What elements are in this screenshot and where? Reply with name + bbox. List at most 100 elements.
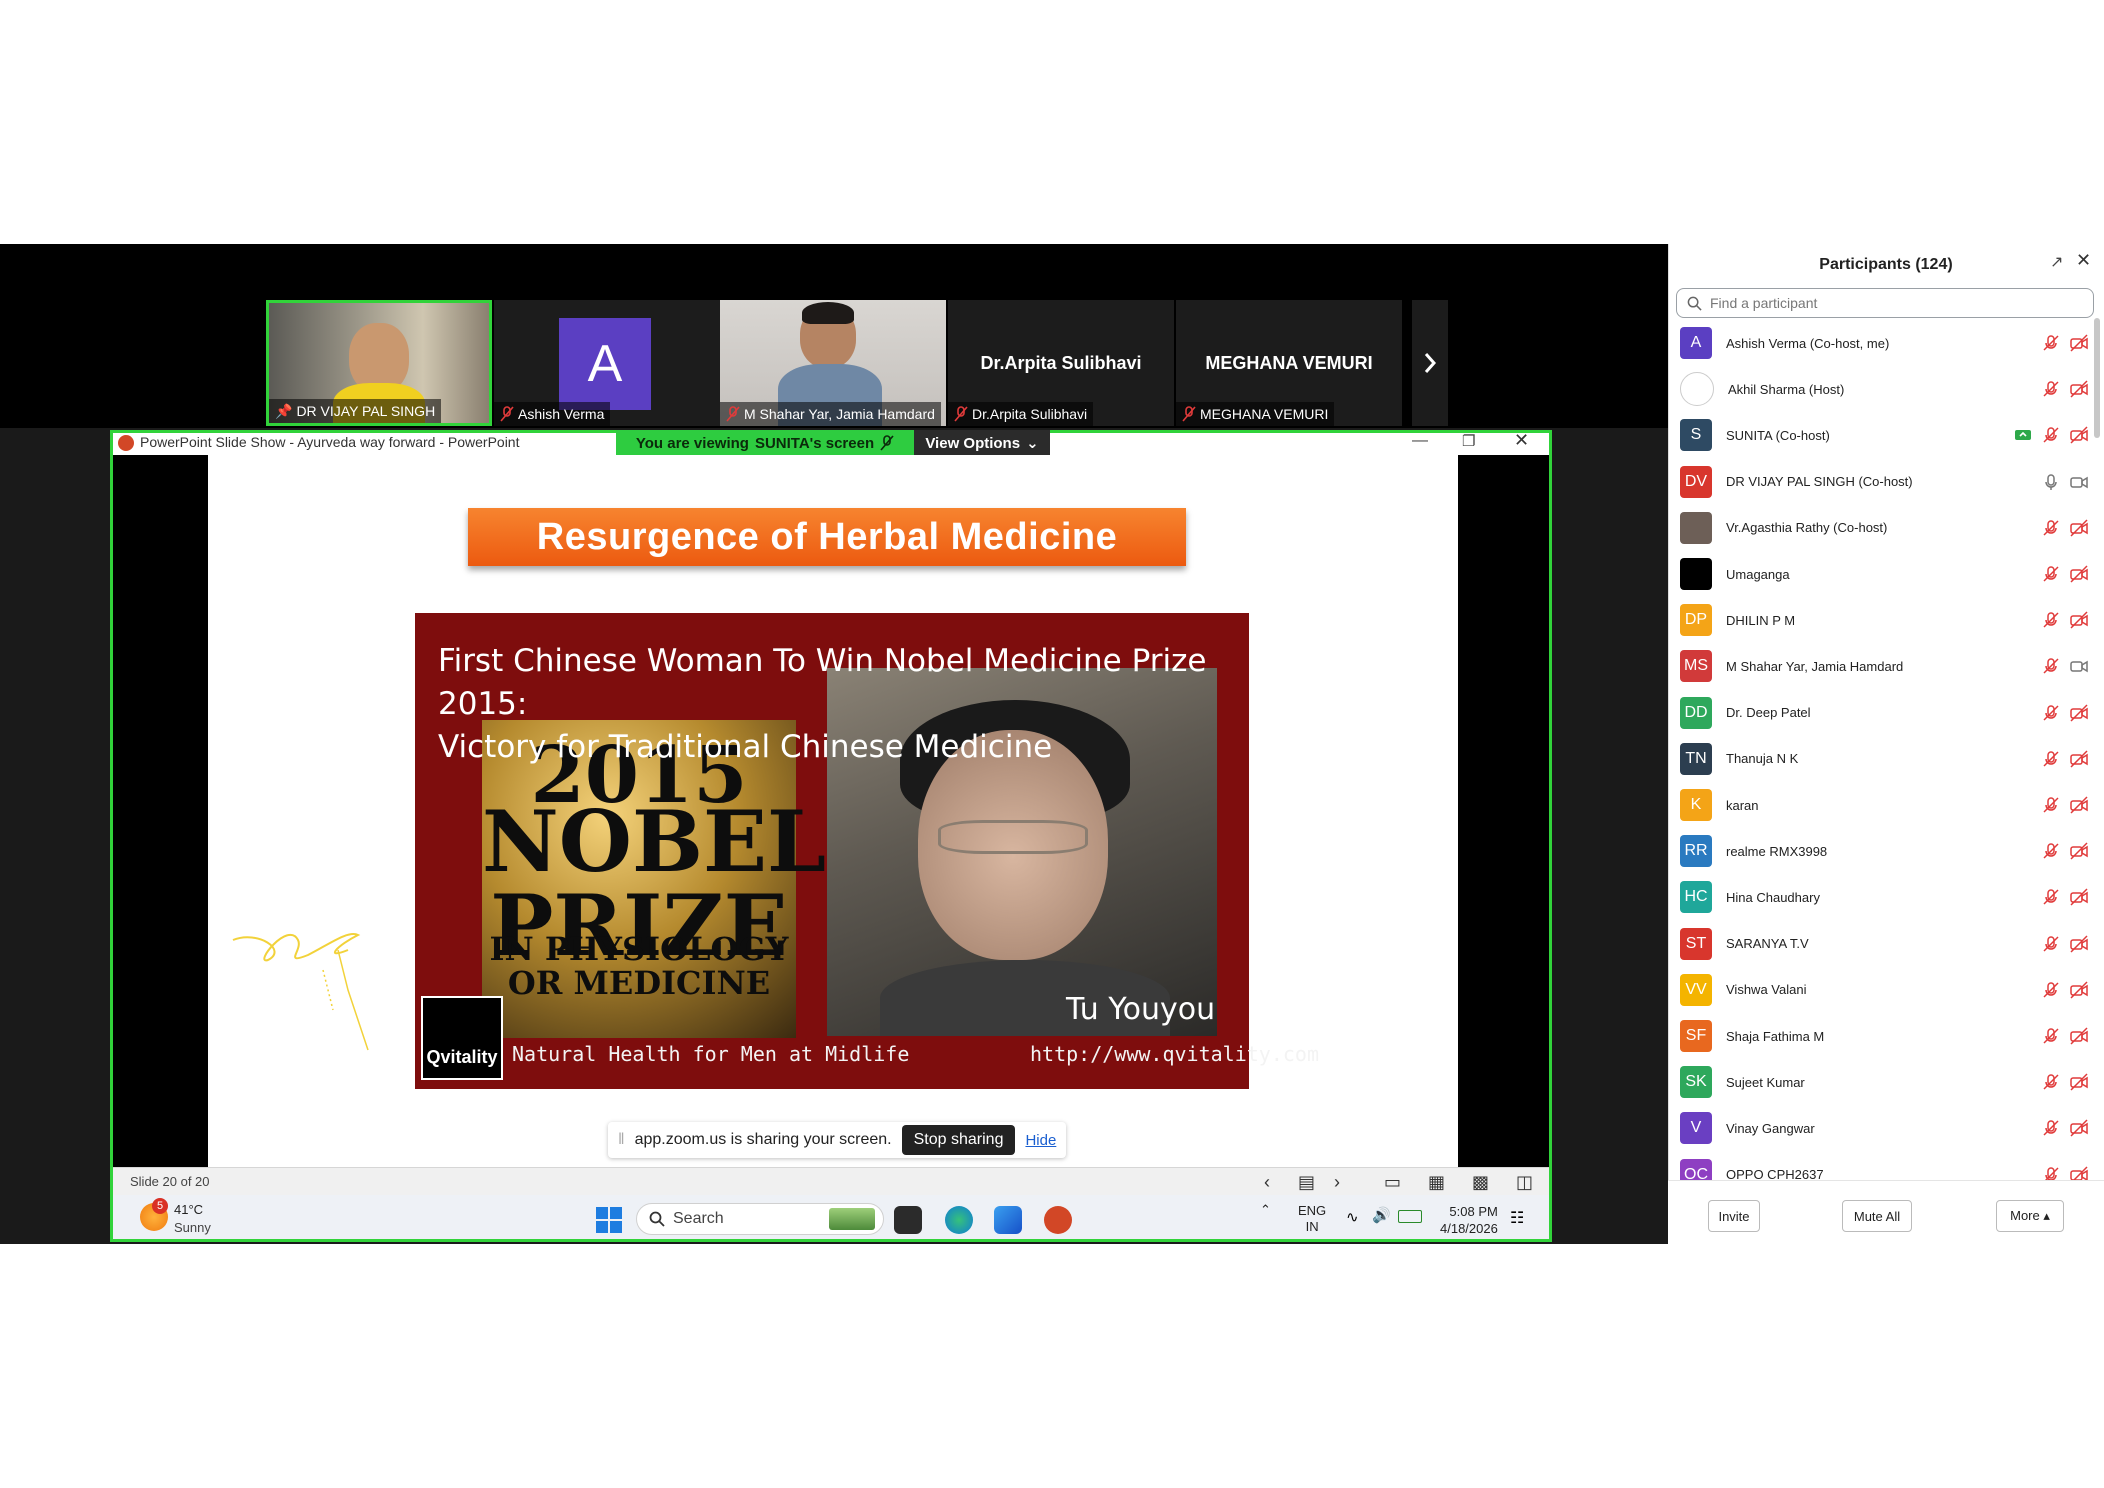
- participant-status-icons: [2042, 611, 2088, 629]
- participant-row[interactable]: S SUNITA (Co-host): [1668, 412, 2092, 458]
- participant-status-icons: [2042, 657, 2088, 675]
- participant-row[interactable]: TN Thanuja N K: [1668, 736, 2092, 782]
- windows-start-icon[interactable]: [596, 1207, 622, 1233]
- more-button[interactable]: More ▴: [1996, 1200, 2064, 1232]
- avatar: RR: [1680, 835, 1712, 868]
- caption-line-2: Victory for Traditional Chinese Medicine: [438, 729, 1053, 765]
- hide-link[interactable]: Hide: [1025, 1132, 1056, 1149]
- input-language[interactable]: ENG IN: [1298, 1203, 1326, 1235]
- video-tile-ashish-verma[interactable]: A Ashish Verma: [494, 300, 720, 426]
- normal-view-icon[interactable]: ▭: [1384, 1172, 1401, 1193]
- participant-row[interactable]: MS M Shahar Yar, Jamia Hamdard: [1668, 643, 2092, 689]
- avatar: DP: [1680, 604, 1712, 637]
- mic-muted-icon: [2043, 1120, 2059, 1136]
- mute-all-button[interactable]: Mute All: [1842, 1200, 1912, 1232]
- window-title: PowerPoint Slide Show - Ayurveda way for…: [140, 434, 520, 450]
- mic-icon: [2045, 473, 2057, 490]
- participant-row[interactable]: SK Sujeet Kumar: [1668, 1059, 2092, 1105]
- video-tile-meghana-vemuri[interactable]: MEGHANA VEMURI MEGHANA VEMURI: [1176, 300, 1402, 426]
- wifi-icon[interactable]: ∿: [1346, 1208, 1359, 1226]
- participants-title: Participants (124): [1819, 256, 1953, 273]
- video-off-icon: [2070, 842, 2088, 860]
- person-name: Tu Youyou: [1066, 992, 1216, 1027]
- participant-name: karan: [1726, 797, 1759, 813]
- mic-muted-icon: [1182, 406, 1196, 422]
- participant-row[interactable]: DV DR VIJAY PAL SINGH (Co-host): [1668, 459, 2092, 505]
- reading-view-icon[interactable]: ▩: [1472, 1172, 1489, 1193]
- view-options-label: View Options: [925, 434, 1021, 452]
- video-off-icon: [2070, 935, 2088, 953]
- invite-button[interactable]: Invite: [1708, 1200, 1760, 1232]
- volume-icon[interactable]: 🔊: [1372, 1206, 1391, 1224]
- restore-icon[interactable]: ❐: [1462, 432, 1475, 450]
- image-caption: First Chinese Woman To Win Nobel Medicin…: [438, 640, 1238, 769]
- participant-row[interactable]: VV Vishwa Valani: [1668, 967, 2092, 1013]
- next-thumbnails-button[interactable]: [1412, 300, 1448, 426]
- participant-row[interactable]: V Vinay Gangwar: [1668, 1105, 2092, 1151]
- drag-handle-icon[interactable]: ‖: [618, 1131, 625, 1149]
- participant-row[interactable]: Kkaran: [1668, 782, 2092, 828]
- taskbar-search[interactable]: Search: [636, 1203, 884, 1235]
- participant-row[interactable]: DD Dr. Deep Patel: [1668, 690, 2092, 736]
- task-view-icon[interactable]: [894, 1206, 922, 1234]
- mic-muted-icon: [2043, 566, 2059, 582]
- notification-icon[interactable]: ☷: [1510, 1208, 1524, 1228]
- previous-slide-icon[interactable]: ‹: [1264, 1172, 1270, 1193]
- avatar: [1680, 511, 1712, 544]
- video-tile-dr-arpita-sulibhavi[interactable]: Dr.Arpita Sulibhavi Dr.Arpita Sulibhavi: [948, 300, 1174, 426]
- next-slide-icon[interactable]: ›: [1334, 1172, 1340, 1193]
- video-off-icon: [2070, 796, 2088, 814]
- mic-muted-icon: [2043, 843, 2059, 859]
- participant-status-icons: [2042, 704, 2088, 722]
- video-tile-dr-vijay-pal-singh[interactable]: 📌 DR VIJAY PAL SINGH: [266, 300, 492, 426]
- video-off-icon: [2070, 888, 2088, 906]
- participant-row[interactable]: DP DHILIN P M: [1668, 597, 2092, 643]
- slide-navigator-icon[interactable]: ▤: [1298, 1172, 1315, 1193]
- edge-browser-icon[interactable]: [945, 1206, 973, 1234]
- participants-scrollbar[interactable]: [2094, 318, 2100, 438]
- participant-hair: [802, 302, 854, 324]
- mic-muted-icon: [2043, 335, 2059, 351]
- participant-row[interactable]: Akhil Sharma (Host): [1668, 366, 2092, 412]
- participant-row[interactable]: SF Shaja Fathima M: [1668, 1013, 2092, 1059]
- participant-row[interactable]: Umaganga: [1668, 551, 2092, 597]
- avatar: VV: [1680, 973, 1712, 1006]
- qvitality-logo: Qvitality: [421, 996, 503, 1080]
- participant-status-icons: [2042, 519, 2088, 537]
- slide-sorter-icon[interactable]: ▦: [1428, 1172, 1445, 1193]
- mic-muted-icon: [880, 435, 894, 451]
- close-icon[interactable]: ✕: [1514, 430, 1529, 451]
- screen-share-icon: [2015, 430, 2031, 441]
- close-panel-icon[interactable]: ✕: [2076, 250, 2091, 271]
- nobel-line-1: NOBEL: [482, 792, 827, 891]
- tray-chevron-icon[interactable]: ⌃: [1260, 1202, 1271, 1218]
- video-off-icon: [2070, 334, 2088, 352]
- participant-name: SUNITA (Co-host): [1726, 427, 1830, 443]
- participant-status-icons: [2042, 842, 2088, 860]
- mic-muted-icon: [954, 406, 968, 422]
- battery-icon[interactable]: [1398, 1210, 1422, 1223]
- popout-icon[interactable]: ↗: [2050, 252, 2063, 272]
- participant-search-input[interactable]: Find a participant: [1676, 288, 2094, 318]
- participant-row[interactable]: A Ashish Verma (Co-host, me): [1668, 320, 2092, 366]
- participant-status-icons: [2042, 1119, 2088, 1137]
- participant-name: SARANYA T.V: [1726, 936, 1809, 952]
- minimize-icon[interactable]: —: [1412, 432, 1428, 450]
- participant-row[interactable]: RR realme RMX3998: [1668, 828, 2092, 874]
- video-tile-m-shahar-yar[interactable]: M Shahar Yar, Jamia Hamdard: [720, 300, 946, 426]
- participant-row[interactable]: HC Hina Chaudhary: [1668, 874, 2092, 920]
- thumbnail-name: Dr.Arpita Sulibhavi: [972, 406, 1088, 422]
- stop-sharing-button[interactable]: Stop sharing: [901, 1125, 1016, 1155]
- powerpoint-taskbar-icon[interactable]: [1044, 1206, 1072, 1234]
- slideshow-icon[interactable]: ◫: [1516, 1172, 1533, 1193]
- participant-status-icons: [2042, 473, 2088, 491]
- participant-row[interactable]: Vr.Agasthia Rathy (Co-host): [1668, 505, 2092, 551]
- taskbar-clock[interactable]: 5:08 PM 4/18/2026: [1440, 1203, 1498, 1237]
- view-options-button[interactable]: View Options ⌄: [914, 430, 1050, 456]
- participant-name: Umaganga: [1726, 566, 1790, 582]
- video-icon: [2070, 476, 2088, 488]
- photos-app-icon[interactable]: [994, 1206, 1022, 1234]
- nobel-sub-line-2: OR MEDICINE: [507, 964, 771, 1002]
- participant-row[interactable]: ST SARANYA T.V: [1668, 921, 2092, 967]
- annotation-scribble: [232, 933, 369, 1051]
